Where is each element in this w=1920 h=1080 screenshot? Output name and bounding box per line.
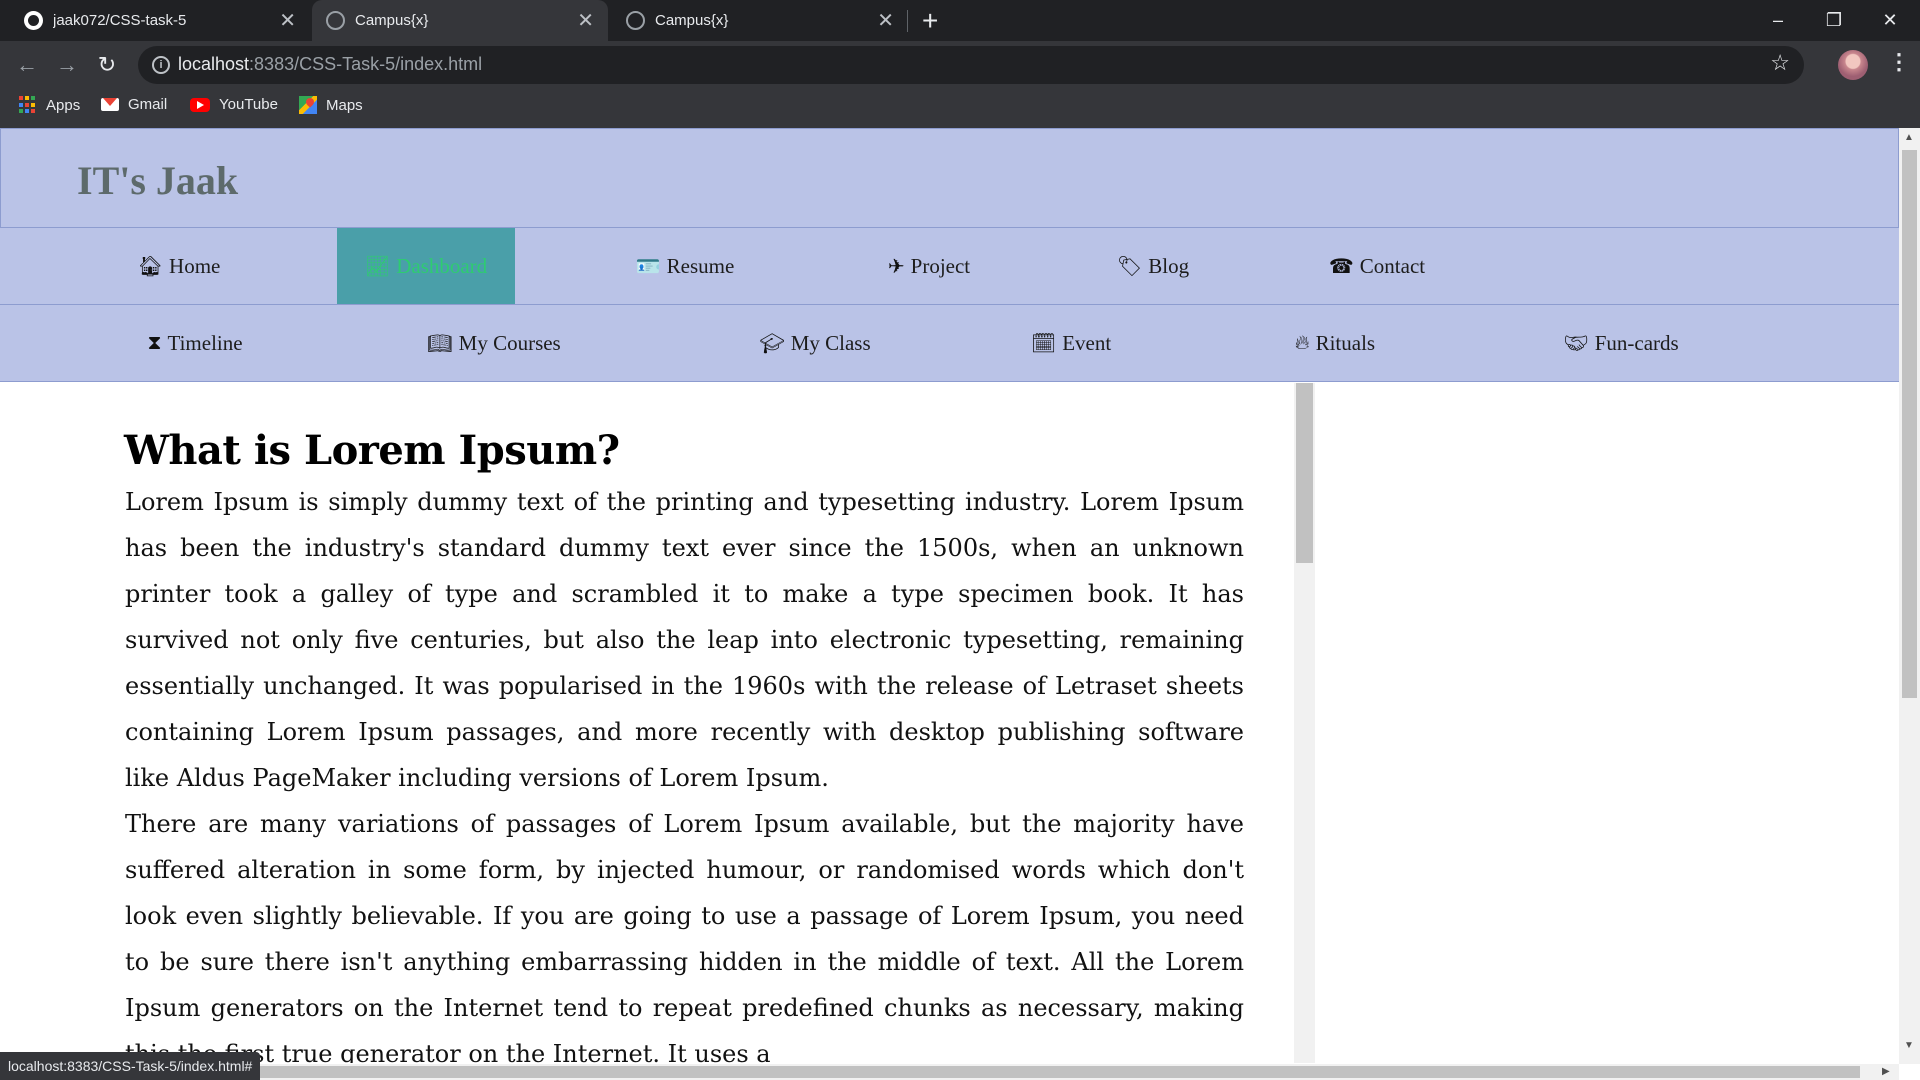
nav-fun-cards[interactable]: 🤝︎ Fun-cards — [1536, 305, 1706, 381]
close-tab-icon[interactable]: ✕ — [577, 8, 594, 33]
bookmark-star-icon[interactable]: ☆ — [1770, 50, 1790, 76]
nav-label: Fun-cards — [1594, 330, 1679, 355]
scroll-right-arrow-icon[interactable]: ▶ — [1882, 1066, 1890, 1077]
site-brand: IT's Jaak — [77, 158, 239, 203]
url-host: localhost — [178, 54, 250, 74]
nav-label: Contact — [1359, 253, 1426, 278]
handshake-icon: 🤝︎ — [1563, 332, 1589, 355]
tab-campus[interactable]: Campus{x} ✕ — [612, 0, 908, 41]
bookmarks-bar: Apps Gmail YouTube Maps — [0, 88, 1920, 128]
home-icon: 🏠︎ — [137, 255, 164, 278]
book-icon: 📖︎ — [427, 332, 453, 355]
globe-icon — [326, 11, 345, 30]
article-scroll-thumb[interactable] — [1296, 383, 1313, 563]
youtube-icon — [190, 97, 210, 112]
graduation-cap-icon: 🎓︎ — [759, 332, 785, 355]
nav-my-courses[interactable]: 📖︎ My Courses — [404, 305, 584, 381]
reload-button[interactable]: ↻ — [91, 49, 123, 81]
tab-strip: jaak072/CSS-task-5 ✕ Campus{x} ✕ Campus{… — [0, 0, 1920, 41]
plane-icon: ✈ — [887, 255, 905, 278]
nav-dashboard[interactable]: 📈︎ Dashboard — [337, 228, 515, 304]
scroll-up-arrow-icon[interactable]: ▲ — [1904, 132, 1914, 143]
status-bar-url: localhost:8383/CSS-Task-5/index.html# — [0, 1052, 261, 1080]
calendar-icon: 🗓︎ — [1030, 332, 1057, 355]
site-header: IT's Jaak — [0, 128, 1899, 228]
bookmark-label: Gmail — [128, 96, 168, 113]
nav-my-class[interactable]: 🎓︎ My Class — [730, 305, 900, 381]
nav-label: My Class — [790, 330, 871, 355]
browser-chrome: jaak072/CSS-task-5 ✕ Campus{x} ✕ Campus{… — [0, 0, 1920, 128]
forward-button[interactable]: → — [51, 49, 83, 81]
tab-github[interactable]: jaak072/CSS-task-5 ✕ — [10, 0, 310, 41]
nav-contact[interactable]: ☎ Contact — [1292, 228, 1462, 304]
nav-home[interactable]: 🏠︎ Home — [94, 228, 264, 304]
tab-title: Campus{x} — [655, 12, 729, 29]
tab-campus-active[interactable]: Campus{x} ✕ — [312, 0, 608, 41]
nav-label: Timeline — [167, 330, 243, 355]
nav-blog[interactable]: 🏷︎ Blog — [1068, 228, 1238, 304]
id-card-icon: 🪪 — [635, 255, 661, 278]
article-paragraph: Lorem Ipsum is simply dummy text of the … — [125, 488, 1244, 792]
phone-volume-icon: ☎ — [1328, 255, 1354, 278]
page-horizontal-scrollbar[interactable]: ▶ — [0, 1064, 1899, 1080]
url-text[interactable]: localhost:8383/CSS-Task-5/index.html — [178, 54, 482, 75]
bookmark-youtube[interactable]: YouTube — [190, 96, 278, 113]
nav-label: Event — [1062, 330, 1112, 355]
github-icon — [24, 11, 43, 30]
page-vertical-scrollbar[interactable]: ▲ ▼ — [1899, 128, 1920, 1064]
url-path: :8383/CSS-Task-5/index.html — [249, 54, 483, 74]
profile-avatar[interactable] — [1838, 50, 1868, 80]
primary-nav: 🏠︎ Home 📈︎ Dashboard 🪪 Resume ✈ Project … — [0, 228, 1899, 305]
info-icon[interactable]: i — [152, 56, 170, 74]
nav-timeline[interactable]: ⧗ Timeline — [110, 305, 280, 381]
close-window-button[interactable]: ✕ — [1862, 0, 1918, 41]
apps-grid-icon — [19, 96, 37, 114]
article-heading: What is Lorem Ipsum? — [124, 427, 620, 474]
page-viewport: IT's Jaak 🏠︎ Home 📈︎ Dashboard 🪪 Resume … — [0, 128, 1920, 1080]
nav-project[interactable]: ✈ Project — [844, 228, 1014, 304]
article-scrollbar[interactable] — [1294, 383, 1315, 1063]
maps-icon — [299, 96, 317, 114]
tab-separator — [907, 10, 908, 32]
nav-label: Blog — [1148, 253, 1190, 278]
scroll-down-arrow-icon[interactable]: ▼ — [1904, 1040, 1914, 1051]
line-chart-icon: 📈︎ — [364, 255, 391, 278]
nav-resume[interactable]: 🪪 Resume — [600, 228, 770, 304]
restore-button[interactable]: ❐ — [1806, 0, 1862, 41]
horizontal-scroll-thumb[interactable] — [0, 1066, 1860, 1078]
article-paragraph: There are many variations of passages of… — [125, 810, 1244, 1063]
close-tab-icon[interactable]: ✕ — [877, 8, 894, 33]
globe-icon — [626, 11, 645, 30]
new-tab-button[interactable]: + — [922, 3, 938, 39]
nav-label: Home — [169, 253, 221, 278]
close-tab-icon[interactable]: ✕ — [279, 8, 296, 33]
nav-label: Resume — [666, 253, 735, 278]
back-button[interactable]: ← — [11, 49, 43, 81]
nav-label: Project — [910, 253, 971, 278]
bookmark-maps[interactable]: Maps — [299, 96, 363, 114]
nav-label: Dashboard — [396, 253, 488, 278]
bookmark-apps[interactable]: Apps — [19, 96, 80, 114]
menu-kebab-icon[interactable]: ⋮ — [1888, 49, 1910, 75]
nav-rituals[interactable]: 🔥︎ Rituals — [1250, 305, 1420, 381]
tag-icon: 🏷︎ — [1116, 255, 1143, 278]
nav-event[interactable]: 🗓︎ Event — [986, 305, 1156, 381]
secondary-nav: ⧗ Timeline 📖︎ My Courses 🎓︎ My Class 🗓︎ … — [0, 305, 1899, 382]
gmail-icon — [101, 98, 119, 111]
fire-icon: 🔥︎ — [1294, 331, 1310, 354]
toolbar: ← → ↻ i localhost:8383/CSS-Task-5/index.… — [0, 41, 1920, 88]
page-scroll-thumb[interactable] — [1902, 150, 1917, 698]
bookmark-label: Maps — [326, 96, 363, 114]
address-bar[interactable]: i localhost:8383/CSS-Task-5/index.html ☆ — [138, 46, 1804, 84]
bookmark-label: Apps — [46, 96, 81, 114]
minimize-button[interactable]: – — [1750, 0, 1806, 41]
nav-label: Rituals — [1315, 330, 1376, 355]
tab-title: jaak072/CSS-task-5 — [53, 12, 187, 29]
bookmark-label: YouTube — [219, 96, 278, 113]
hourglass-icon: ⧗ — [147, 331, 162, 354]
nav-label: My Courses — [458, 330, 561, 355]
article-panel: What is Lorem Ipsum? Lorem Ipsum is simp… — [0, 383, 1315, 1063]
tab-title: Campus{x} — [355, 12, 429, 29]
bookmark-gmail[interactable]: Gmail — [101, 96, 167, 113]
